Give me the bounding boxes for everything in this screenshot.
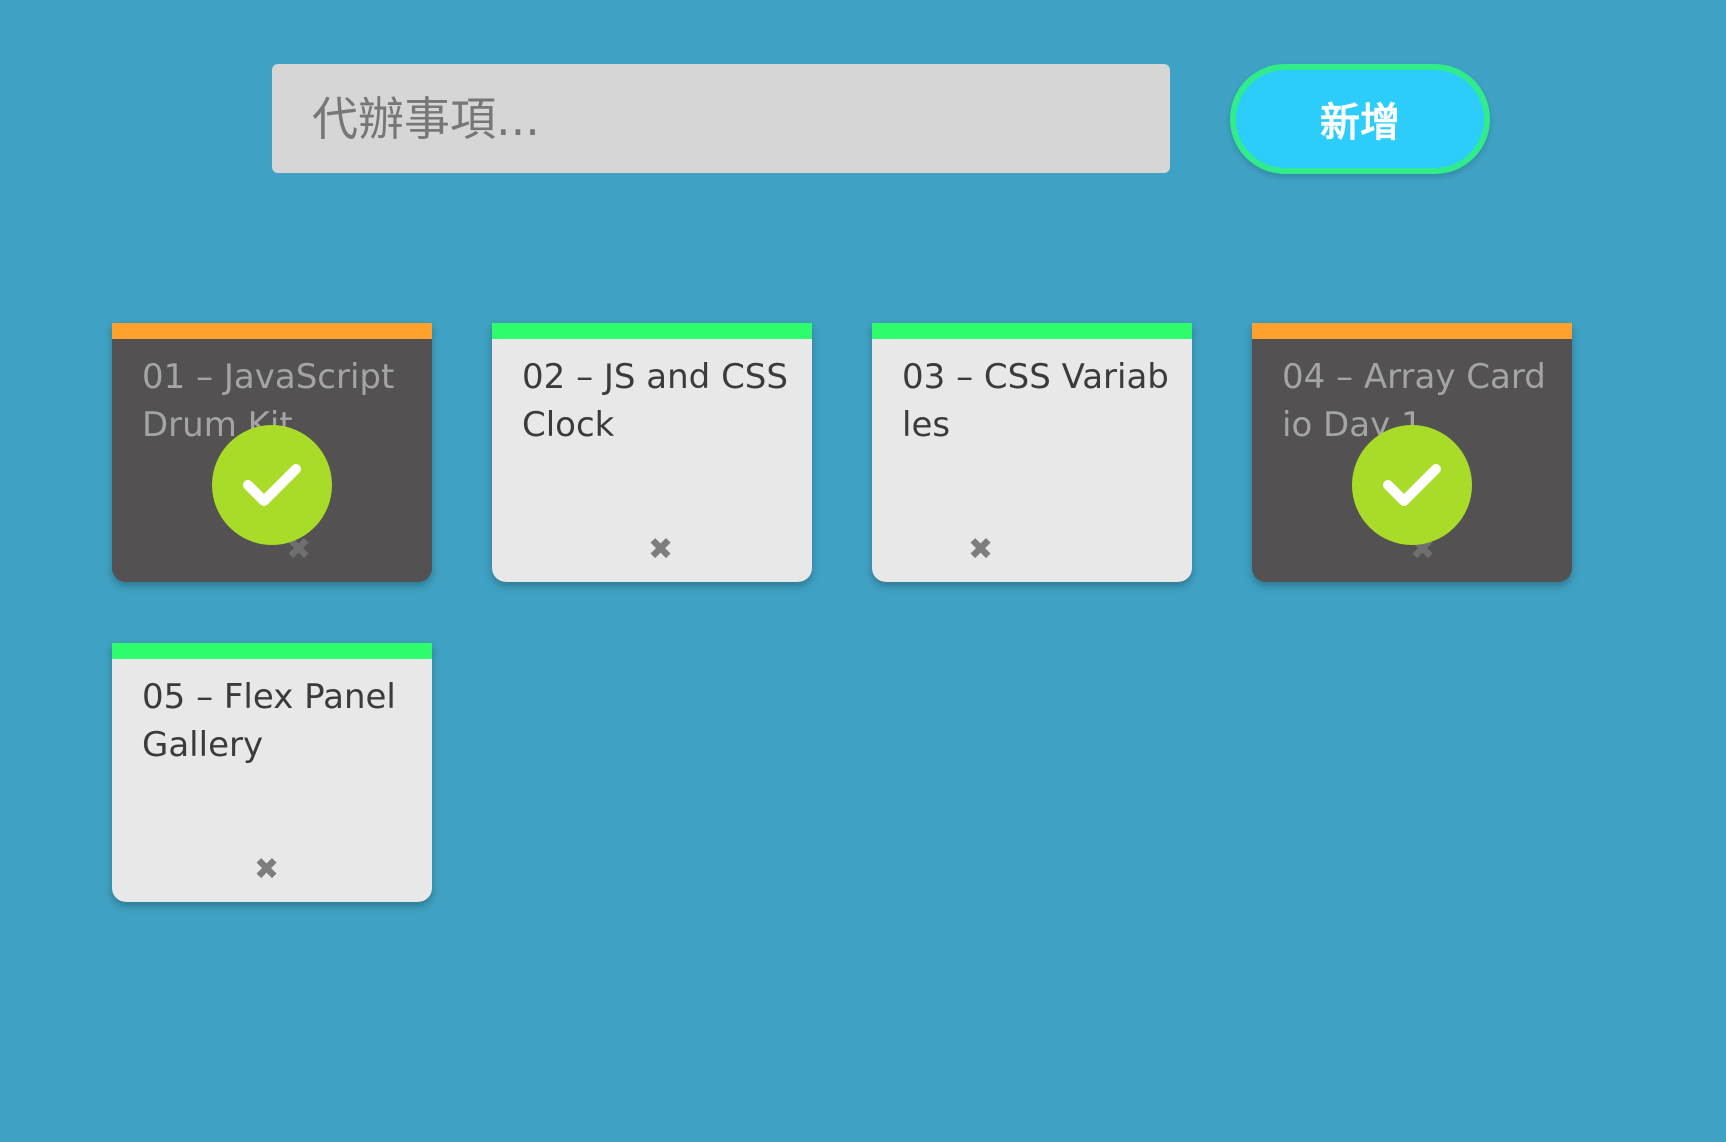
status-stripe (872, 323, 1192, 339)
status-stripe (492, 323, 812, 339)
check-icon[interactable] (1352, 425, 1472, 545)
todo-card[interactable]: 02 – JS and CSS Clock ✖ (492, 323, 812, 582)
status-stripe (112, 323, 432, 339)
close-icon[interactable]: ✖ (254, 855, 279, 885)
todo-card[interactable]: 04 – Array Cardio Day 1 ✖ (1252, 323, 1572, 582)
check-icon[interactable] (212, 425, 332, 545)
todo-card[interactable]: 03 – CSS Variables ✖ (872, 323, 1192, 582)
card-title: 05 – Flex Panel Gallery (142, 677, 396, 765)
todo-input[interactable] (272, 64, 1170, 173)
todo-card[interactable]: 05 – Flex Panel Gallery ✖ (112, 643, 432, 902)
status-stripe (112, 643, 432, 659)
close-icon[interactable]: ✖ (648, 535, 673, 565)
card-title: 02 – JS and CSS Clock (522, 357, 788, 445)
close-icon[interactable]: ✖ (968, 535, 993, 565)
status-stripe (1252, 323, 1572, 339)
todo-card[interactable]: 01 – JavaScript Drum Kit ✖ (112, 323, 432, 582)
card-title: 03 – CSS Variables (902, 357, 1169, 445)
add-button[interactable]: 新增 (1230, 64, 1490, 174)
